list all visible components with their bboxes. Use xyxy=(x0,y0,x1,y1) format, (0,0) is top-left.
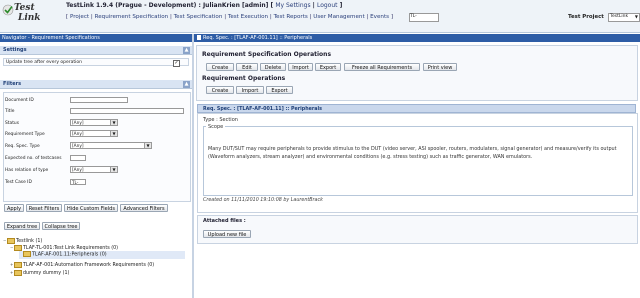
test-project-select[interactable]: TestLink ▼ xyxy=(608,13,640,22)
folder-icon xyxy=(14,244,22,251)
update-tree-checkbox[interactable]: ✓ xyxy=(173,60,180,67)
spec-delete-button[interactable]: Delete xyxy=(260,63,286,71)
attachments-box xyxy=(197,215,638,244)
nav-requirement-specification[interactable]: Requirement Specification xyxy=(95,14,169,20)
test-project-value: TestLink xyxy=(610,14,629,19)
req-ops-heading: Requirement Operations xyxy=(202,75,286,82)
folder-icon xyxy=(23,251,31,257)
expected-testcases-input[interactable] xyxy=(70,155,86,161)
spec-type-line: Type : Section xyxy=(203,117,238,123)
app-title: TestLink 1.9.4 (Prague - Development) : … xyxy=(66,2,269,9)
test-case-id-input[interactable]: TL- xyxy=(70,179,86,185)
document-icon xyxy=(197,35,201,40)
relation-type-select[interactable]: [Any] ▼ xyxy=(70,166,118,173)
status-value: [Any] xyxy=(72,121,84,126)
chevron-down-icon: ▼ xyxy=(144,143,151,148)
filters-heading: Filters xyxy=(3,81,22,87)
filter-label-req-spec-type: Req. Spec. Type xyxy=(5,144,40,149)
spec-import-button[interactable]: Import xyxy=(288,63,313,71)
apply-button[interactable]: Apply xyxy=(4,204,24,212)
created-on-text: Created on 11/11/2010 19:10:08 by Lauren… xyxy=(203,198,323,203)
filter-label-expected-testcases: Expected no. of testcases xyxy=(5,156,62,161)
title-input[interactable] xyxy=(70,108,184,114)
expand-tree-button[interactable]: Expand tree xyxy=(4,222,40,230)
nav-test-execution[interactable]: Test Execution xyxy=(228,14,268,20)
requirements-tree: − Testlink (1) − TLAF-TL-001:Test Link Req… xyxy=(3,237,189,297)
scope-text: Many DUT/SUT may require peripherals to … xyxy=(208,146,617,160)
folder-icon xyxy=(14,269,22,276)
filter-label-requirement-type: Requirement Type xyxy=(5,132,45,137)
test-project-label: Test Project xyxy=(568,14,604,20)
folder-icon xyxy=(14,261,22,268)
filters-panel-header[interactable]: Filters ▲ xyxy=(0,80,192,89)
testlink-logo: Test Link xyxy=(2,2,42,30)
filter-label-document-id: Document ID xyxy=(5,98,34,103)
settings-panel-header[interactable]: Settings ▲ xyxy=(0,46,192,55)
upload-new-file-button[interactable]: Upload new file xyxy=(203,230,251,238)
chevron-down-icon: ▼ xyxy=(634,14,638,19)
tree-node-tlaf-af-001[interactable]: + TLAF-AF-001:Automation Framework Requir… xyxy=(10,261,154,269)
logo-line-1: Test xyxy=(14,3,35,13)
collapse-icon[interactable]: ▲ xyxy=(183,47,190,54)
filter-label-title: Title xyxy=(5,109,15,114)
print-view-button[interactable]: Print view xyxy=(423,63,457,71)
folder-icon xyxy=(7,237,15,244)
tree-node-peripherals[interactable]: TLAF-AF-001.11:Peripherals (0) xyxy=(19,251,185,259)
testcase-search-input[interactable]: TL- xyxy=(409,13,439,22)
tree-node-label: TLAF-AF-001.11:Peripherals (0) xyxy=(32,252,107,258)
attached-files-label: Attached files : xyxy=(203,218,246,224)
freeze-all-requirements-button[interactable]: Freeze all Requirements xyxy=(344,63,420,71)
reset-filters-button[interactable]: Reset Filters xyxy=(26,204,62,212)
hide-custom-fields-button[interactable]: Hide Custom Fields xyxy=(64,204,118,212)
status-select[interactable]: [Any] ▼ xyxy=(70,119,118,126)
filter-label-relation-type: Has relation of type xyxy=(5,168,49,173)
settings-heading: Settings xyxy=(3,47,27,53)
chevron-down-icon: ▼ xyxy=(110,167,117,172)
spec-create-button[interactable]: Create xyxy=(206,63,234,71)
req-spec-type-select[interactable]: [Any] ▼ xyxy=(70,142,152,149)
panel-divider[interactable] xyxy=(192,34,194,298)
settings-checkbox-label: Update tree after every operation xyxy=(6,60,83,65)
nav-test-specification[interactable]: Test Specification xyxy=(174,14,223,20)
workframe-title-text: Req. Spec. : [TLAF-AF-001.11] :: Periphe… xyxy=(203,35,313,41)
navigator-title: Navigator - Requirement Specifications xyxy=(0,34,192,42)
logout-link[interactable]: Logout xyxy=(317,2,338,9)
req-spec-type-value: [Any] xyxy=(72,144,84,149)
document-id-input[interactable] xyxy=(70,97,128,103)
requirement-type-select[interactable]: [Any] ▼ xyxy=(70,130,118,137)
spec-export-button[interactable]: Export xyxy=(315,63,341,71)
nav-user-management[interactable]: User Management xyxy=(313,14,364,20)
req-spec-detail-header: Req. Spec. : [TLAF-AF-001.11] :: Periphe… xyxy=(197,104,636,113)
advanced-filters-button[interactable]: Advanced Filters xyxy=(120,204,168,212)
chevron-down-icon: ▼ xyxy=(110,120,117,125)
chevron-down-icon: ▼ xyxy=(110,131,117,136)
filter-label-test-case-id: Test Case ID xyxy=(5,180,32,185)
spec-ops-heading: Requirement Specification Operations xyxy=(202,51,332,58)
req-export-button[interactable]: Export xyxy=(266,86,293,94)
app-title-bar: TestLink 1.9.4 (Prague - Development) : … xyxy=(66,2,343,9)
req-create-button[interactable]: Create xyxy=(206,86,234,94)
collapse-tree-button[interactable]: Collapse tree xyxy=(42,222,80,230)
nav-events[interactable]: Events xyxy=(370,14,389,20)
tree-node-label: dummy dummy (1) xyxy=(23,271,70,276)
scope-label: Scope xyxy=(206,124,226,130)
spec-edit-button[interactable]: Edit xyxy=(236,63,258,71)
collapse-icon[interactable]: ▲ xyxy=(183,81,190,88)
workframe-title: Req. Spec. : [TLAF-AF-001.11] :: Periphe… xyxy=(194,34,640,42)
filter-label-status: Status xyxy=(5,121,19,126)
requirement-type-value: [Any] xyxy=(72,132,84,137)
main-nav: [ Project | Requirement Specification | … xyxy=(66,14,394,20)
tree-node-label: TLAF-AF-001:Automation Framework Require… xyxy=(23,263,155,268)
nav-project[interactable]: Project xyxy=(70,14,89,20)
my-settings-link[interactable]: My Settings xyxy=(275,2,310,9)
req-import-button[interactable]: Import xyxy=(236,86,264,94)
settings-row: Update tree after every operation ✓ xyxy=(3,58,189,67)
logo-line-2: Link xyxy=(18,13,41,23)
scope-fieldset xyxy=(203,126,633,196)
tree-node-dummy[interactable]: + dummy dummy (1) xyxy=(10,269,69,277)
relation-type-value: [Any] xyxy=(72,168,84,173)
nav-test-reports[interactable]: Test Reports xyxy=(274,14,308,20)
